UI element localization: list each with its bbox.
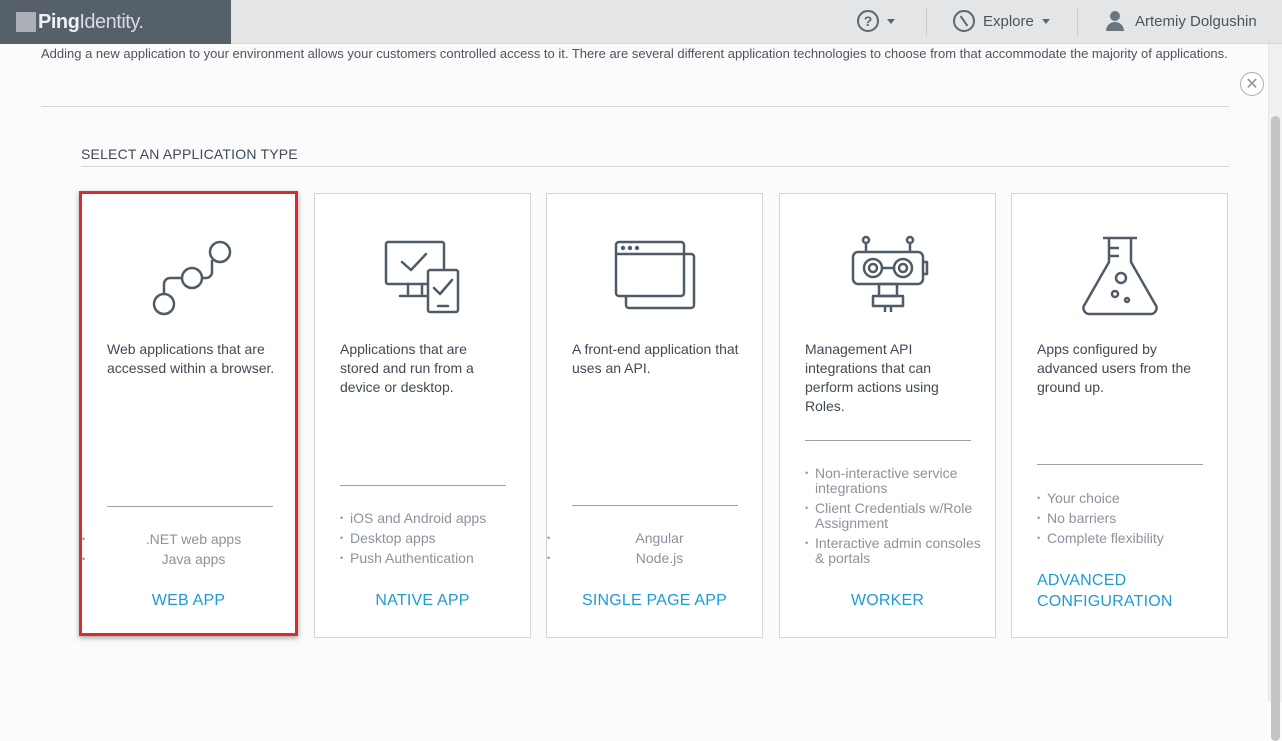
intro-description: Adding a new application to your environ…: [41, 46, 1228, 61]
explore-menu[interactable]: Explore: [953, 10, 1050, 32]
card-description: A front-end application that uses an API…: [572, 341, 739, 376]
card-divider: [107, 506, 273, 507]
help-icon: ?: [857, 10, 879, 32]
list-item: Interactive admin consoles & portals: [805, 536, 985, 566]
card-native-app[interactable]: Applications that are stored and run fro…: [314, 193, 531, 638]
logo-mark-icon: [16, 12, 36, 32]
list-item: Your choice: [1037, 488, 1212, 508]
card-divider: [572, 505, 738, 506]
card-feature-list: iOS and Android apps Desktop apps Push A…: [340, 508, 515, 568]
web-app-link[interactable]: WEB APP: [82, 592, 295, 610]
close-icon: ✕: [1245, 76, 1259, 93]
card-description: Applications that are stored and run fro…: [340, 341, 474, 395]
card-divider: [1037, 464, 1203, 465]
advanced-configuration-link[interactable]: ADVANCED CONFIGURATION: [1037, 570, 1207, 612]
card-feature-list: Non-interactive service integrations Cli…: [805, 466, 985, 571]
section-title: SELECT AN APPLICATION TYPE: [81, 146, 298, 162]
user-avatar-icon: [1105, 10, 1125, 32]
close-button[interactable]: ✕: [1240, 72, 1264, 96]
card-feature-list: Your choice No barriers Complete flexibi…: [1037, 488, 1212, 548]
card-divider: [340, 485, 506, 486]
single-page-app-link[interactable]: SINGLE PAGE APP: [547, 592, 762, 610]
browser-windows-icon: [614, 240, 695, 310]
chevron-down-icon: [1041, 18, 1050, 24]
card-divider: [805, 440, 971, 441]
top-navigation-bar: PingIdentity. ? Explore Artemiy Dolgushi…: [0, 0, 1282, 44]
brand-name: PingIdentity.: [38, 10, 144, 33]
card-description: Management API integrations that can per…: [805, 341, 939, 414]
workflow-nodes-icon: [152, 240, 231, 316]
card-description: Apps configured by advanced users from t…: [1037, 341, 1192, 395]
compass-icon: [953, 10, 975, 32]
robot-icon: [851, 235, 928, 312]
list-item: Node.js: [547, 548, 762, 568]
list-item: No barriers: [1037, 508, 1212, 528]
worker-link[interactable]: WORKER: [780, 592, 995, 610]
card-feature-list: Angular Node.js: [547, 528, 762, 568]
card-single-page-app[interactable]: A front-end application that uses an API…: [546, 193, 763, 638]
monitor-device-check-icon: [384, 240, 459, 314]
scrollbar-thumb[interactable]: [1271, 116, 1280, 741]
list-item: iOS and Android apps: [340, 508, 515, 528]
native-app-link[interactable]: NATIVE APP: [315, 592, 530, 610]
chevron-down-icon: [887, 18, 895, 24]
explore-label: Explore: [983, 12, 1034, 30]
list-item: Complete flexibility: [1037, 528, 1212, 548]
list-item: Angular: [547, 528, 762, 548]
vertical-scrollbar[interactable]: [1268, 44, 1282, 741]
list-item: Java apps: [82, 549, 295, 569]
card-web-app[interactable]: Web applications that are accessed withi…: [79, 191, 298, 636]
nav-separator: [926, 8, 927, 36]
card-worker[interactable]: Management API integrations that can per…: [779, 193, 996, 638]
nav-separator: [1077, 8, 1078, 36]
card-description: Web applications that are accessed withi…: [107, 341, 275, 376]
flask-icon: [1081, 236, 1158, 316]
user-name: Artemiy Dolgushin: [1135, 12, 1257, 30]
list-item: .NET web apps: [82, 529, 295, 549]
card-feature-list: .NET web apps Java apps: [82, 529, 295, 569]
help-menu[interactable]: ?: [857, 10, 895, 32]
user-menu[interactable]: Artemiy Dolgushin: [1105, 10, 1257, 32]
divider: [41, 106, 1229, 107]
card-advanced-configuration[interactable]: Apps configured by advanced users from t…: [1011, 193, 1228, 638]
list-item: Desktop apps: [340, 528, 515, 548]
list-item: Push Authentication: [340, 548, 515, 568]
divider: [81, 166, 1229, 167]
list-item: Client Credentials w/Role Assignment: [805, 501, 985, 531]
list-item: Non-interactive service integrations: [805, 466, 985, 496]
ping-identity-logo[interactable]: PingIdentity.: [0, 0, 231, 44]
